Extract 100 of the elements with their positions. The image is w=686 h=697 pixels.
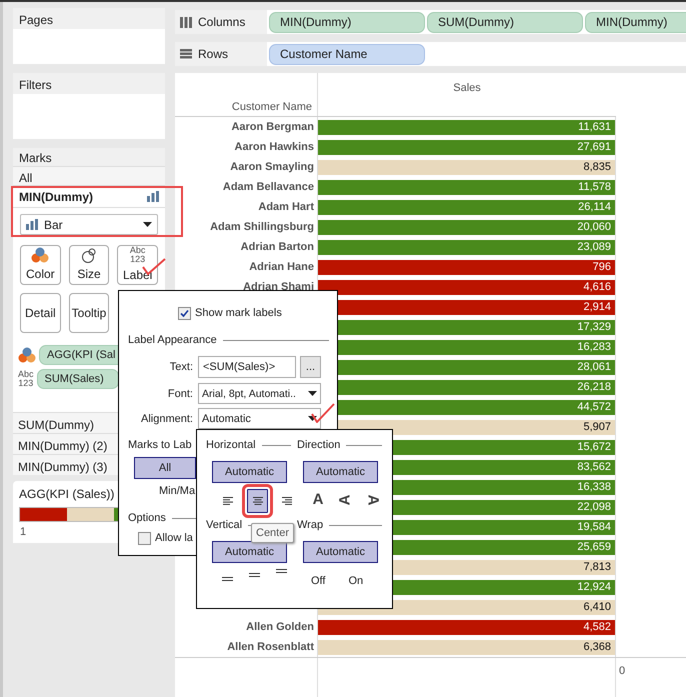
- row-label: Aaron Smayling: [230, 160, 314, 175]
- bar-value: 25,659: [577, 540, 611, 555]
- direction-option[interactable]: A: [363, 489, 381, 511]
- field-label: Text:: [168, 360, 193, 375]
- bar-value: 4,582: [583, 620, 611, 635]
- abc-123-icon: Abc 123: [130, 246, 146, 264]
- caret-icon: [143, 222, 152, 227]
- checkbox-label: Allow la: [155, 531, 193, 546]
- bar-value: 11,578: [578, 180, 611, 195]
- bar-value: 796: [592, 260, 611, 275]
- group-title: Direction: [297, 438, 340, 453]
- row-label: Adam Shillingsburg: [210, 220, 314, 235]
- checkbox[interactable]: [138, 532, 151, 544]
- align-right-icon: [282, 496, 292, 506]
- mark-property-button[interactable]: Tooltip: [68, 293, 110, 333]
- field-pill[interactable]: MIN(Dummy): [269, 12, 425, 32]
- color-circles-icon: [31, 247, 50, 263]
- tooltip: Center: [251, 523, 294, 543]
- mark-property-button[interactable]: Detail: [20, 293, 61, 333]
- mark-property-button[interactable]: Size: [68, 245, 110, 285]
- bar-chart-icon: [26, 219, 38, 230]
- font-dropdown[interactable]: Arial, 8pt, Automati..: [198, 383, 321, 404]
- bar-value: 22,098: [577, 500, 611, 515]
- automatic-button[interactable]: Automatic: [303, 461, 378, 483]
- bar-value: 6,368: [583, 640, 611, 655]
- direction-option[interactable]: A: [336, 489, 354, 511]
- row-label: Adam Bellavance: [222, 180, 314, 195]
- valign-bottom-icon: [222, 577, 232, 581]
- bar-value: 6,410: [583, 600, 611, 615]
- field-pill[interactable]: Customer Name: [269, 44, 425, 64]
- field-pill[interactable]: SUM(Sales): [36, 369, 119, 389]
- marks-layer-title[interactable]: MIN(Dummy): [19, 188, 93, 206]
- automatic-button[interactable]: Automatic: [303, 541, 378, 563]
- bar-value: 12,924: [577, 580, 611, 595]
- card-title: Marks: [13, 148, 165, 166]
- bar-value: 5,907: [583, 420, 611, 435]
- mark-type-dropdown[interactable]: Bar: [20, 214, 158, 235]
- row-label: Adrian Shami: [243, 280, 314, 295]
- bar-value: 8,835: [583, 160, 611, 175]
- columns-icon: [180, 16, 192, 28]
- valign-middle-icon: [248, 573, 260, 577]
- row-label: Allen Rosenblatt: [227, 640, 314, 655]
- bar-value: 16,283: [577, 340, 611, 355]
- bar-value: 44,572: [577, 400, 611, 415]
- row-label: Aaron Hawkins: [234, 140, 314, 155]
- field-label: Font:: [166, 386, 193, 402]
- field-pill[interactable]: MIN(Dummy): [585, 12, 686, 32]
- color-circles-icon: [18, 347, 36, 363]
- alignment-dropdown[interactable]: Automatic: [198, 408, 321, 429]
- text-field[interactable]: <SUM(Sales)>: [198, 356, 296, 378]
- automatic-button[interactable]: Automatic: [212, 461, 287, 483]
- card-title: Pages: [13, 8, 165, 29]
- row-label: Allen Golden: [246, 620, 314, 635]
- bar-value: 26,218: [577, 380, 611, 395]
- group-title: Vertical: [206, 518, 242, 533]
- field-pill[interactable]: SUM(Dummy): [427, 12, 583, 32]
- bar-value: 23,089: [577, 240, 611, 255]
- bar-value: 2,914: [583, 300, 611, 315]
- bar-value: 4,616: [583, 280, 611, 295]
- caret-icon: [308, 391, 317, 396]
- caret-icon: [308, 416, 317, 421]
- bar-chart-icon: [147, 191, 159, 202]
- marks-all-tab[interactable]: All: [13, 166, 165, 186]
- bar-value: 11,631: [578, 120, 611, 135]
- bar-value: 17,329: [577, 320, 611, 335]
- option-label: Min/Ma: [159, 484, 196, 499]
- wrap-option[interactable]: Off: [309, 571, 328, 591]
- automatic-button[interactable]: All: [134, 457, 196, 479]
- row-label: Adrian Hane: [249, 260, 314, 275]
- abc-123-icon: Abc 123: [18, 370, 34, 388]
- checkbox-label: Show mark labels: [195, 306, 282, 321]
- column-header: Customer Name: [232, 100, 312, 114]
- bar-value: 83,562: [577, 460, 611, 475]
- mark-property-button[interactable]: Color: [20, 245, 61, 285]
- bar-value: 26,114: [578, 200, 611, 215]
- row-label: Aaron Bergman: [231, 120, 314, 135]
- align-center-icon: [252, 496, 262, 506]
- shelf-title: Columns: [198, 14, 246, 31]
- automatic-button[interactable]: Automatic: [212, 541, 287, 563]
- bar-value: 28,061: [577, 360, 611, 375]
- group-title: Horizontal: [206, 438, 256, 453]
- direction-option[interactable]: A: [309, 489, 327, 511]
- row-label: Adrian Barton: [240, 240, 314, 255]
- axis-title: Sales: [453, 81, 481, 96]
- ellipsis-button[interactable]: ...: [300, 356, 321, 378]
- row-label: Adam Hart: [258, 200, 314, 215]
- bar-value: 27,691: [577, 140, 611, 155]
- bar-value: 15,672: [577, 440, 611, 455]
- valign-top-icon: [276, 569, 286, 573]
- wrap-option[interactable]: On: [346, 571, 366, 591]
- bar-value: 16,338: [577, 480, 611, 495]
- checkbox[interactable]: [178, 306, 191, 320]
- size-icon: [80, 247, 97, 263]
- section-title: Options: [128, 511, 166, 526]
- legend-tick: 1: [19, 526, 26, 538]
- section-title: Label Appearance: [128, 333, 217, 348]
- bar-value: 20,060: [577, 220, 611, 235]
- rows-icon: [180, 49, 192, 59]
- shelf-title: Rows: [198, 46, 228, 63]
- bar-value: 19,584: [577, 520, 611, 535]
